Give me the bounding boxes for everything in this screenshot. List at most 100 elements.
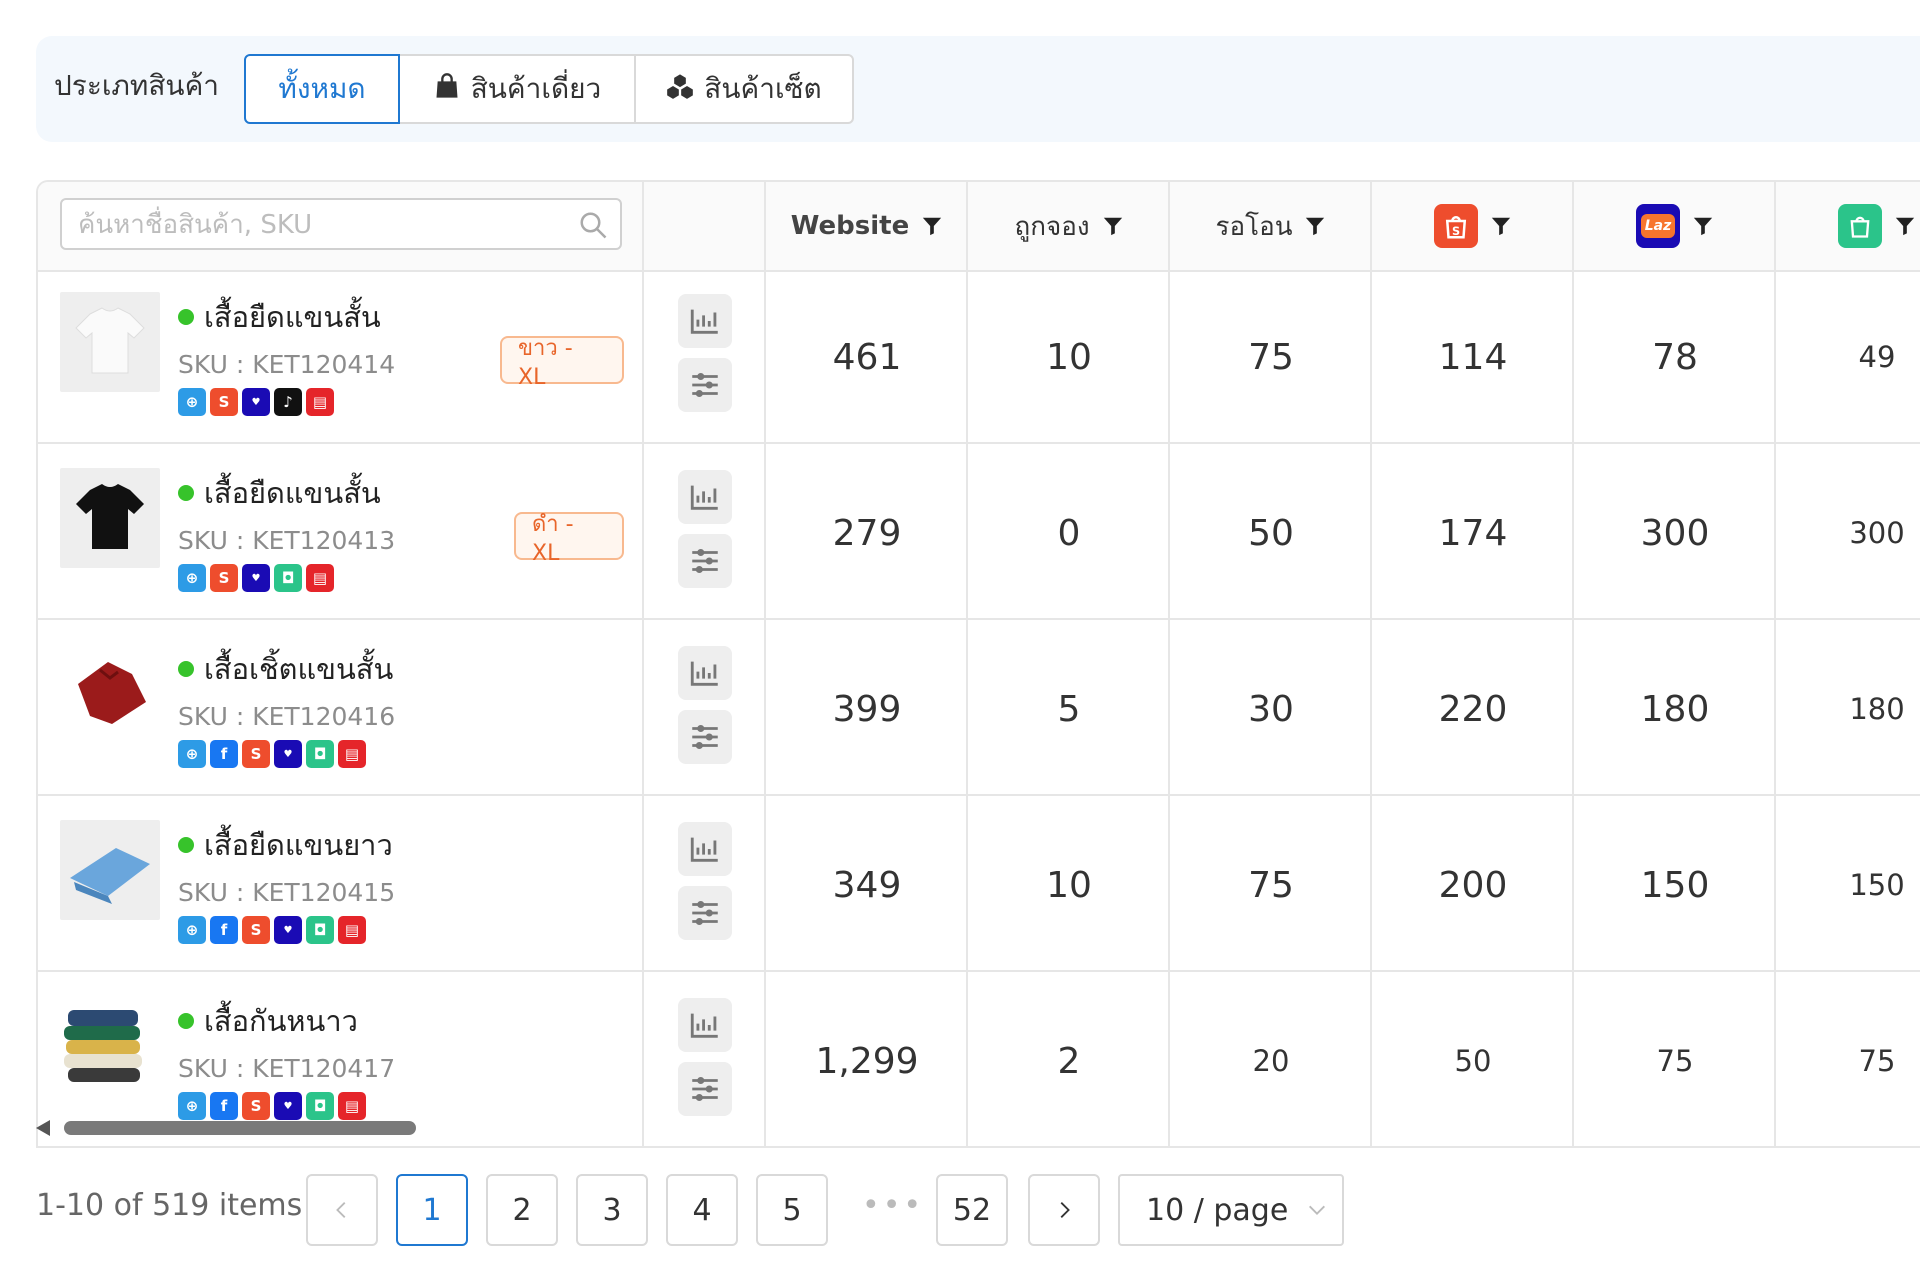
product-name[interactable]: เสื้อยืดแขนสั้น [178,294,381,340]
page-size-value: 10 / page [1146,1192,1289,1228]
column-divider [1572,182,1574,1146]
filter-funnel-icon[interactable] [1490,215,1512,237]
product-name[interactable]: เสื้อยืดแขนยาว [178,822,393,868]
page-button-5[interactable]: 5 [756,1174,828,1246]
product-name-text: เสื้อยืดแขนสั้น [204,476,381,510]
stock-lazada: 180 [1640,688,1710,730]
page-size-select[interactable]: 10 / page [1118,1174,1344,1246]
column-pending-label: รอโอน [1215,211,1293,242]
filter-funnel-icon[interactable] [1692,215,1714,237]
column-lazada[interactable]: Laz [1574,182,1776,270]
tab-all-label: ทั้งหมด [278,72,366,105]
website-globe-icon: ⊕ [178,564,206,592]
cubes-icon [666,72,694,107]
product-type-label: ประเภทสินค้า [54,69,220,102]
next-page-button[interactable] [1028,1174,1100,1246]
product-name-text: เสื้อเชิ้ตแขนสั้น [204,652,394,686]
sliders-icon [692,900,718,926]
stock-adjust-button[interactable] [678,534,732,588]
table-row[interactable]: เสื้อยืดแขนสั้น SKU : KET120414 ⊕ S ♥ ♪ … [38,270,1920,444]
stock-report-button[interactable] [678,470,732,524]
shopee-icon: S [210,388,238,416]
shopee-logo-icon: S [1434,204,1478,248]
stock-lazada: 75 [1656,1044,1694,1078]
stock-pending: 20 [1252,1044,1290,1078]
tab-all[interactable]: ทั้งหมด [244,54,400,124]
stock-report-button[interactable] [678,822,732,876]
product-name-text: เสื้อยืดแขนยาว [204,828,393,862]
channel-icons: ⊕ f S ♥ ◘ ▤ [178,916,366,944]
stock-report-button[interactable] [678,294,732,348]
column-divider [764,182,766,1146]
stock-adjust-button[interactable] [678,886,732,940]
status-active-dot [178,485,194,501]
stock-adjust-button[interactable] [678,710,732,764]
stock-line-shopping: 300 [1849,516,1905,550]
pos-icon: ▤ [338,1092,366,1120]
stock-pending: 50 [1248,512,1294,554]
shopee-icon: S [242,740,270,768]
variant-tag: ดำ - XL [514,512,624,566]
column-divider [642,182,644,1146]
product-name[interactable]: เสื้อยืดแขนสั้น [178,470,381,516]
column-divider [966,182,968,1146]
channel-icons: ⊕ f S ♥ ◘ ▤ [178,740,366,768]
filter-funnel-icon[interactable] [921,215,943,237]
tab-product-set-label: สินค้าเซ็ต [704,72,822,105]
stock-reserved: 0 [1057,512,1081,554]
page-button-2[interactable]: 2 [486,1174,558,1246]
filter-funnel-icon[interactable] [1894,215,1916,237]
page-button-last[interactable]: 52 [936,1174,1008,1246]
column-pending-transfer[interactable]: รอโอน [1170,182,1372,270]
tab-single-product[interactable]: สินค้าเดี่ยว [398,54,636,124]
search-icon[interactable] [578,210,608,240]
stock-line-shopping: 49 [1858,340,1896,374]
table-row[interactable]: เสื้อยืดแขนสั้น SKU : KET120413 ⊕ S ♥ ◘ … [38,446,1920,620]
prev-page-button[interactable] [306,1174,378,1246]
pos-icon: ▤ [338,916,366,944]
product-name[interactable]: เสื้อกันหนาว [178,998,358,1044]
product-image [60,468,160,568]
sliders-icon [692,372,718,398]
lazada-icon: ♥ [274,1092,302,1120]
stock-adjust-button[interactable] [678,1062,732,1116]
stock-pending: 30 [1248,688,1294,730]
stock-report-button[interactable] [678,998,732,1052]
horizontal-scrollbar[interactable] [36,1120,456,1136]
stock-website: 279 [832,512,902,554]
chevron-right-icon [1060,1202,1070,1218]
table-row[interactable]: เสื้อเชิ้ตแขนสั้น SKU : KET120416 ⊕ f S … [38,622,1920,796]
shopee-icon: S [242,1092,270,1120]
pos-icon: ▤ [306,564,334,592]
search-input[interactable] [76,206,560,244]
column-website[interactable]: Website [766,182,968,270]
website-globe-icon: ⊕ [178,740,206,768]
bar-chart-icon [690,1013,718,1038]
page-button-3[interactable]: 3 [576,1174,648,1246]
scroll-left-arrow-icon[interactable] [36,1120,50,1136]
column-reserved[interactable]: ถูกจอง [968,182,1170,270]
search-box[interactable] [60,198,622,250]
filter-funnel-icon[interactable] [1102,215,1124,237]
product-name[interactable]: เสื้อเชิ้ตแขนสั้น [178,646,393,692]
line-shopping-icon: ◘ [274,564,302,592]
sliders-icon [692,1076,718,1102]
table-row[interactable]: เสื้อยืดแขนยาว SKU : KET120415 ⊕ f S ♥ ◘… [38,798,1920,972]
product-image [60,820,160,920]
tab-product-set[interactable]: สินค้าเซ็ต [634,54,854,124]
stock-line-shopping: 180 [1849,692,1905,726]
product-sku: SKU : KET120414 [178,350,396,379]
column-divider [1774,182,1776,1146]
column-line-shopping[interactable] [1776,182,1920,270]
stock-adjust-button[interactable] [678,358,732,412]
product-image [60,292,160,392]
filter-funnel-icon[interactable] [1304,215,1326,237]
pagination-ellipsis[interactable]: ••• [862,1188,921,1223]
shopping-bag-icon [433,72,461,107]
stock-report-button[interactable] [678,646,732,700]
column-shopee[interactable]: S [1372,182,1574,270]
stock-lazada: 300 [1640,512,1710,554]
scrollbar-thumb[interactable] [64,1121,416,1135]
page-button-1[interactable]: 1 [396,1174,468,1246]
page-button-4[interactable]: 4 [666,1174,738,1246]
